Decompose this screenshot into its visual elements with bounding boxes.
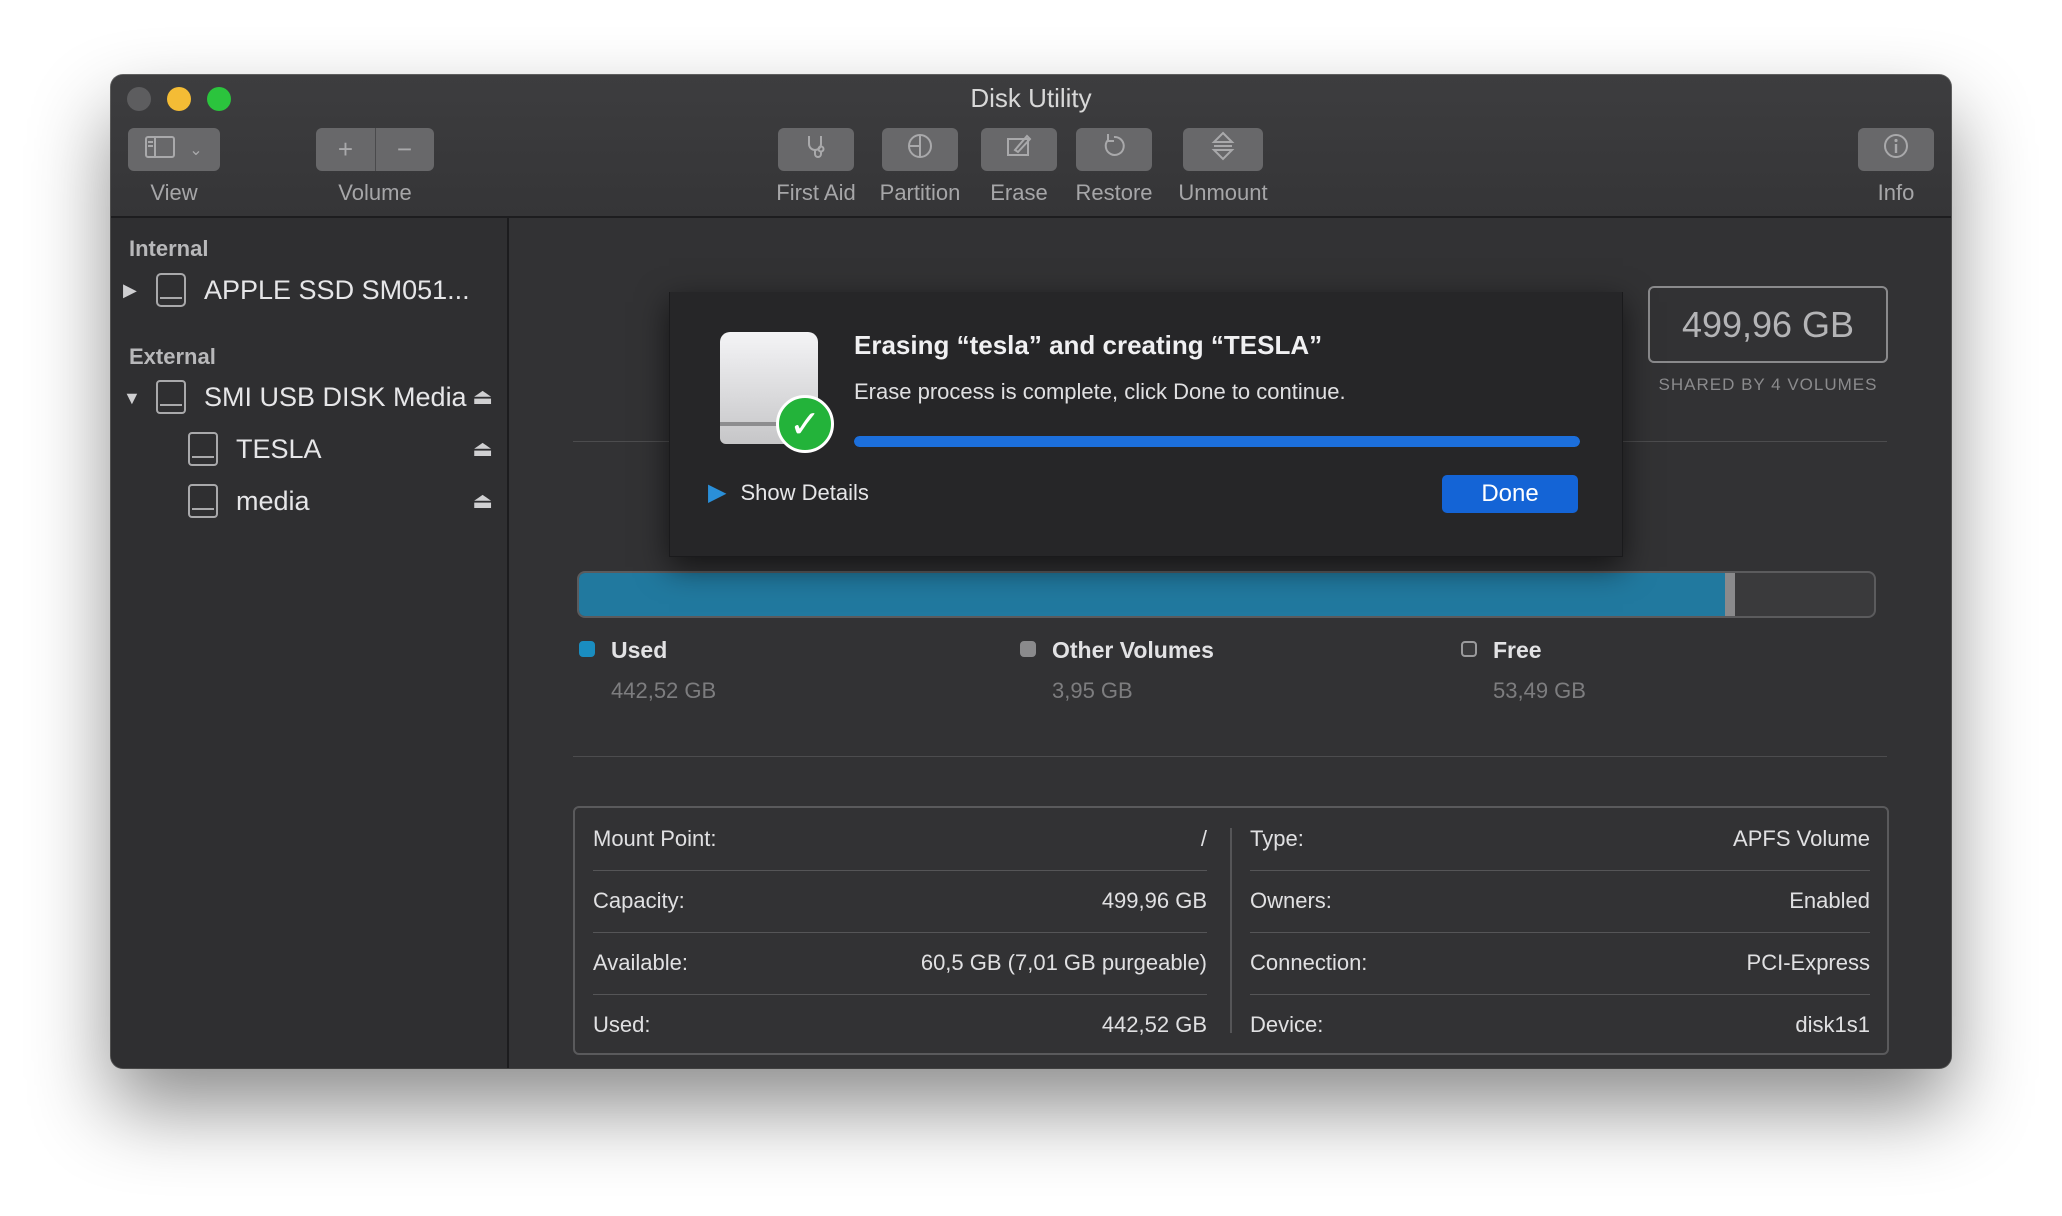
info-value: / (1200, 826, 1207, 851)
toolbar: Disk Utility ⌄ View + − Volume First Aid (111, 75, 1951, 218)
shared-volumes-caption: SHARED BY 4 VOLUMES (1658, 375, 1878, 394)
legend-label-free: Free (1493, 637, 1542, 663)
sidebar-item-volume-tesla[interactable]: TESLA (236, 434, 322, 465)
info-key: Type: (1250, 826, 1304, 851)
info-icon (1882, 132, 1910, 167)
sidebar-item-external-disk[interactable]: SMI USB DISK Media (204, 382, 467, 413)
external-disk-icon (156, 380, 186, 414)
info-key: Used: (593, 1012, 651, 1037)
usage-bar-used-segment (579, 573, 1726, 616)
info-row: Used: 442,52 GB (593, 994, 1207, 1056)
disclosure-triangle-icon: ▶ (708, 479, 727, 506)
unmount-label: Unmount (1178, 180, 1268, 205)
disclosure-triangle-down-icon[interactable]: ▼ (123, 388, 141, 409)
add-volume-icon[interactable]: + (316, 134, 375, 165)
partition-button[interactable] (882, 128, 958, 171)
capacity-badge: 499,96 GB (1648, 286, 1888, 363)
volume-info-table: Mount Point: / Capacity: 499,96 GB Avail… (573, 806, 1889, 1055)
show-details-label: Show Details (740, 479, 869, 505)
volume-segmented-control: + − (316, 128, 434, 171)
eject-icon[interactable]: ⏏ (472, 436, 493, 462)
legend-value-other-volumes: 3,95 GB (1052, 678, 1133, 703)
erase-progress-sheet: ✓ Erasing “tesla” and creating “TESLA” E… (669, 292, 1623, 557)
sheet-message: Erase process is complete, click Done to… (854, 379, 1346, 404)
internal-section-header: Internal (129, 236, 209, 261)
window-title: Disk Utility (970, 83, 1092, 113)
legend-label-used: Used (611, 637, 668, 663)
legend-swatch-used (579, 641, 595, 657)
usage-bar-other-segment (1725, 573, 1736, 616)
info-value: 442,52 GB (1101, 1012, 1207, 1037)
eject-icon[interactable]: ⏏ (472, 488, 493, 514)
chevron-down-icon: ⌄ (189, 141, 203, 159)
info-key: Device: (1250, 1012, 1324, 1037)
pencil-icon (1005, 133, 1033, 166)
internal-disk-icon (156, 273, 186, 307)
stethoscope-icon (803, 133, 829, 166)
info-row: Type: APFS Volume (1250, 808, 1870, 870)
eject-icon[interactable]: ⏏ (472, 384, 493, 410)
info-value: PCI-Express (1746, 950, 1870, 975)
unmount-icon (1211, 131, 1235, 168)
unmount-button[interactable] (1183, 128, 1263, 171)
erase-progress-fill (854, 436, 1580, 447)
first-aid-button[interactable] (778, 128, 854, 171)
disk-utility-window: Disk Utility ⌄ View + − Volume First Aid (111, 75, 1951, 1068)
usage-bar (577, 571, 1876, 618)
sidebar-item-internal-disk[interactable]: APPLE SSD SM051... (204, 275, 470, 306)
restore-arrow-icon (1100, 132, 1128, 167)
divider (573, 756, 1887, 757)
info-row: Available: 60,5 GB (7,01 GB purgeable) (593, 932, 1207, 994)
sidebar-icon (145, 134, 176, 165)
legend-swatch-free (1461, 641, 1477, 657)
volume-disk-icon (188, 484, 218, 518)
info-key: Mount Point: (593, 826, 717, 851)
done-button[interactable]: Done (1442, 475, 1578, 513)
info-value: disk1s1 (1795, 1012, 1870, 1037)
info-key: Owners: (1250, 888, 1332, 913)
volume-disk-icon (188, 432, 218, 466)
volume-label: Volume (338, 180, 412, 205)
info-label: Info (1877, 180, 1915, 205)
restore-label: Restore (1075, 180, 1153, 205)
column-divider (1230, 828, 1232, 1033)
info-row: Connection: PCI-Express (1250, 932, 1870, 994)
info-value: Enabled (1789, 888, 1870, 913)
erase-button[interactable] (981, 128, 1057, 171)
erase-label: Erase (990, 180, 1048, 205)
checkmark-icon: ✓ (776, 395, 834, 453)
info-key: Available: (593, 950, 688, 975)
sheet-title: Erasing “tesla” and creating “TESLA” (854, 330, 1323, 360)
info-value: APFS Volume (1733, 826, 1870, 851)
sidebar-item-volume-media[interactable]: media (236, 486, 310, 517)
external-section-header: External (129, 344, 216, 369)
legend-swatch-other-volumes (1020, 641, 1036, 657)
info-value: 499,96 GB (1101, 888, 1207, 913)
info-row: Owners: Enabled (1250, 870, 1870, 932)
disclosure-triangle-right-icon[interactable]: ▶ (123, 280, 137, 301)
info-key: Capacity: (593, 888, 685, 913)
info-row: Device: disk1s1 (1250, 994, 1870, 1056)
pie-chart-icon (906, 132, 934, 167)
legend-value-free: 53,49 GB (1493, 678, 1586, 703)
sidebar: Internal ▶ APPLE SSD SM051... External ▼… (111, 218, 509, 1068)
partition-label: Partition (879, 180, 961, 205)
view-button[interactable]: ⌄ (128, 128, 220, 171)
show-details-toggle[interactable]: ▶ Show Details (708, 478, 869, 507)
legend-value-used: 442,52 GB (611, 678, 717, 703)
info-value: 60,5 GB (7,01 GB purgeable) (920, 950, 1207, 975)
info-button[interactable] (1858, 128, 1934, 171)
info-row: Capacity: 499,96 GB (593, 870, 1207, 932)
info-key: Connection: (1250, 950, 1368, 975)
legend-label-other-volumes: Other Volumes (1052, 637, 1214, 663)
restore-button[interactable] (1076, 128, 1152, 171)
first-aid-label: First Aid (776, 180, 856, 205)
info-row: Mount Point: / (593, 808, 1207, 870)
remove-volume-icon[interactable]: − (375, 134, 434, 165)
erase-progress-bar (854, 436, 1580, 447)
view-label: View (150, 180, 198, 205)
